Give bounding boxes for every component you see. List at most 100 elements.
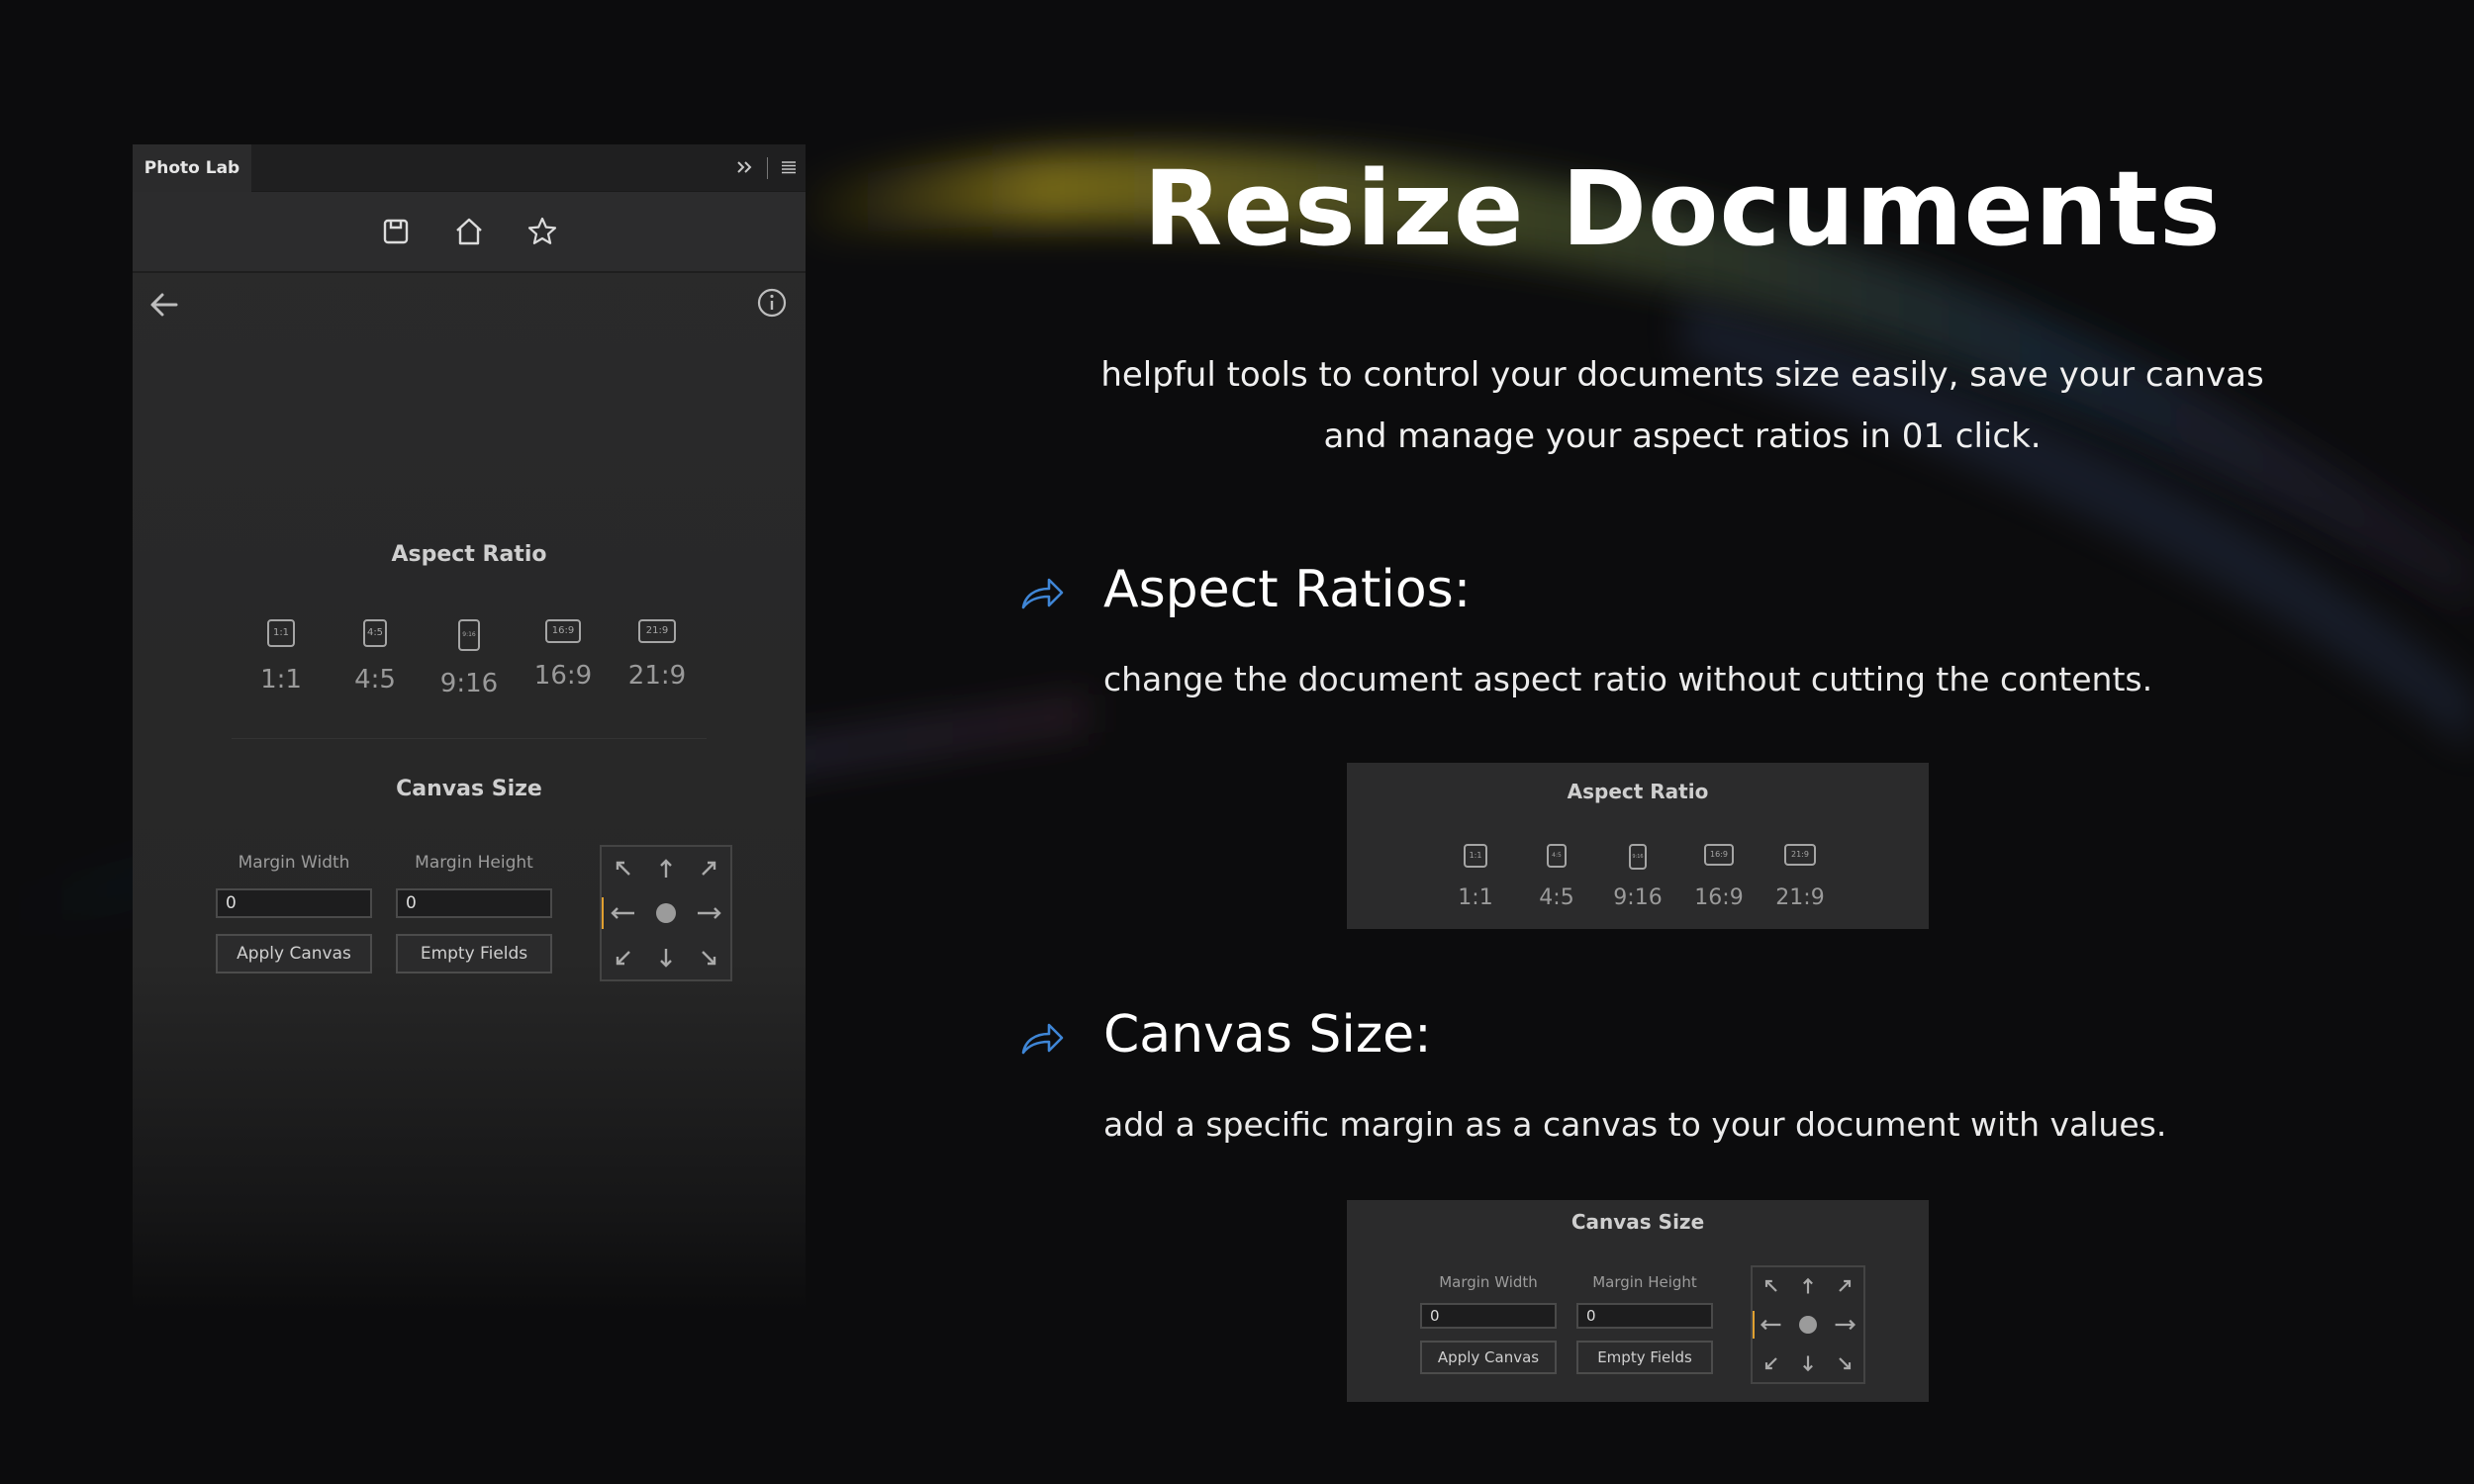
- ratio-label: 4:5: [1539, 885, 1574, 910]
- ratio-label: 21:9: [627, 661, 687, 691]
- ratio-label: 9:16: [1613, 885, 1663, 910]
- preview-margin-width-input[interactable]: 0: [1420, 1303, 1557, 1329]
- anchor-bottom-left[interactable]: [1753, 1344, 1789, 1382]
- hero-subtitle-line-2: and manage your aspect ratios in 01 clic…: [1323, 417, 2042, 456]
- canvas-anchor-grid: [600, 845, 732, 981]
- anchor-center[interactable]: [644, 891, 687, 936]
- ratio-16-9-button[interactable]: 16:9 16:9: [517, 619, 611, 698]
- margin-height-input[interactable]: 0: [396, 888, 552, 918]
- ratio-label: 16:9: [533, 661, 593, 691]
- margin-height-group: Margin Height 0 Empty Fields: [396, 853, 552, 974]
- feature-canvas-size-description: add a specific margin as a canvas to you…: [1103, 1105, 2167, 1144]
- feature-aspect-ratios-description: change the document aspect ratio without…: [1103, 660, 2153, 698]
- arrow-down-icon: [1803, 1355, 1813, 1371]
- panel-tab-bar: Photo Lab: [133, 144, 806, 192]
- ratio-21-9-button[interactable]: 21:9 21:9: [611, 619, 705, 698]
- collapse-panel-icon[interactable]: [735, 156, 755, 180]
- home-button[interactable]: [452, 215, 486, 248]
- favorite-button[interactable]: [525, 215, 559, 248]
- anchor-left[interactable]: [602, 891, 644, 936]
- preview-aspect-ratio-options: 1:1 1:1 4:5 4:5 9:16 9:16 16:9 16:9 21:9…: [1347, 844, 1929, 910]
- preview-ratio-16-9[interactable]: 16:9 16:9: [1678, 844, 1760, 910]
- back-button[interactable]: [146, 287, 182, 323]
- anchor-top-right[interactable]: [688, 847, 730, 891]
- anchor-right[interactable]: [688, 891, 730, 936]
- arrow-down-icon: [660, 948, 672, 968]
- ratio-1-1-button[interactable]: 1:1 1:1: [235, 619, 329, 698]
- anchor-top-left[interactable]: [602, 847, 644, 891]
- ratio-4-5-button[interactable]: 4:5 4:5: [329, 619, 423, 698]
- arrow-up-right-icon: [1839, 1280, 1852, 1293]
- canvas-size-preview: Canvas Size Margin Width 0 Apply Canvas …: [1347, 1200, 1929, 1402]
- ratio-label: 16:9: [1694, 885, 1744, 910]
- anchor-left[interactable]: [1753, 1306, 1789, 1345]
- preview-margin-height-group: Margin Height 0 Empty Fields: [1576, 1273, 1713, 1374]
- feature-canvas-size-title: Canvas Size:: [1103, 1005, 1432, 1065]
- anchor-bottom[interactable]: [644, 935, 687, 979]
- margin-height-label: Margin Height: [415, 853, 533, 873]
- ratio-9-16-button[interactable]: 9:16 9:16: [423, 619, 517, 698]
- save-button[interactable]: [379, 215, 413, 248]
- preview-apply-canvas-button[interactable]: Apply Canvas: [1420, 1341, 1557, 1374]
- margin-height-label: Margin Height: [1592, 1273, 1697, 1291]
- preview-ratio-21-9[interactable]: 21:9 21:9: [1760, 844, 1841, 910]
- arrow-down-right-icon: [1839, 1356, 1852, 1369]
- anchor-right[interactable]: [1827, 1306, 1863, 1345]
- save-icon: [383, 219, 409, 244]
- star-icon: [527, 217, 557, 244]
- arrow-up-right-icon: [702, 862, 716, 877]
- anchor-bottom-left[interactable]: [602, 935, 644, 979]
- ratio-label: 1:1: [260, 665, 302, 695]
- anchor-top[interactable]: [1789, 1267, 1826, 1306]
- ratio-1-1-icon: 1:1: [267, 619, 295, 647]
- anchor-top[interactable]: [644, 847, 687, 891]
- ratio-label: 21:9: [1775, 885, 1825, 910]
- apply-canvas-button[interactable]: Apply Canvas: [216, 934, 372, 974]
- info-button[interactable]: [756, 287, 790, 321]
- anchor-center-dot-icon: [655, 902, 676, 923]
- preview-empty-fields-button[interactable]: Empty Fields: [1576, 1341, 1713, 1374]
- ratio-16-9-icon: 16:9: [545, 619, 581, 643]
- panel-nav: [133, 273, 806, 336]
- anchor-top-right[interactable]: [1827, 1267, 1863, 1306]
- info-icon: [757, 288, 787, 318]
- anchor-bottom[interactable]: [1789, 1344, 1826, 1382]
- preview-ratio-1-1[interactable]: 1:1 1:1: [1435, 844, 1516, 910]
- feature-aspect-ratios-title: Aspect Ratios:: [1103, 560, 1472, 619]
- arrow-right-icon: [1835, 1319, 1856, 1331]
- preview-margin-height-input[interactable]: 0: [1576, 1303, 1713, 1329]
- aspect-ratio-preview: Aspect Ratio 1:1 1:1 4:5 4:5 9:16 9:16 1…: [1347, 763, 1929, 929]
- home-icon: [456, 218, 482, 245]
- panel-tab-photo-lab[interactable]: Photo Lab: [133, 144, 251, 192]
- margin-width-label: Margin Width: [238, 853, 350, 873]
- anchor-bottom-right[interactable]: [1827, 1344, 1863, 1382]
- arrow-up-left-icon: [1764, 1280, 1777, 1293]
- arrow-up-icon: [1803, 1278, 1813, 1294]
- ratio-4-5-icon: 4:5: [1547, 844, 1567, 868]
- panel-menu-icon[interactable]: [780, 156, 798, 180]
- preview-ratio-4-5[interactable]: 4:5 4:5: [1516, 844, 1597, 910]
- anchor-center[interactable]: [1789, 1306, 1826, 1345]
- anchor-bottom-right[interactable]: [688, 935, 730, 979]
- ratio-16-9-icon: 16:9: [1704, 844, 1734, 866]
- empty-fields-button[interactable]: Empty Fields: [396, 934, 552, 974]
- share-arrow-icon: [1021, 1023, 1064, 1055]
- preview-aspect-ratio-title: Aspect Ratio: [1567, 780, 1709, 803]
- ratio-21-9-icon: 21:9: [638, 619, 676, 643]
- ratio-9-16-icon: 9:16: [458, 619, 480, 651]
- arrow-up-left-icon: [616, 862, 630, 877]
- photo-lab-panel: Photo Lab Aspect Ratio 1:1 1:1 4:5 4:5 9…: [133, 144, 806, 1312]
- arrow-down-right-icon: [702, 950, 716, 965]
- tab-actions-divider: [767, 157, 768, 179]
- arrow-down-left-icon: [616, 950, 630, 965]
- margin-width-label: Margin Width: [1439, 1273, 1538, 1291]
- arrow-down-left-icon: [1764, 1356, 1777, 1369]
- margin-width-input[interactable]: 0: [216, 888, 372, 918]
- ratio-9-16-icon: 9:16: [1629, 844, 1647, 870]
- ratio-label: 4:5: [354, 665, 396, 695]
- anchor-top-left[interactable]: [1753, 1267, 1789, 1306]
- ratio-label: 1:1: [1458, 885, 1493, 910]
- ratio-1-1-icon: 1:1: [1464, 844, 1487, 868]
- hero-subtitle-line-1: helpful tools to control your documents …: [1100, 355, 2264, 395]
- preview-ratio-9-16[interactable]: 9:16 9:16: [1597, 844, 1678, 910]
